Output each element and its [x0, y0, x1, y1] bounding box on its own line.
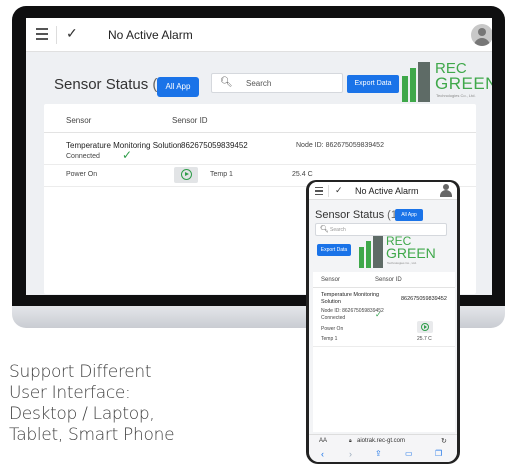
- tabs-icon[interactable]: ❐: [435, 449, 442, 458]
- rec-green-logo: REC GREEN Technologies Co., Ltd.: [402, 60, 492, 102]
- search-input[interactable]: 🔍︎ Search: [315, 223, 447, 236]
- column-header-sensor-id: Sensor ID: [172, 116, 208, 125]
- logo-text-green: GREEN: [386, 245, 436, 261]
- hamburger-menu-icon[interactable]: [315, 187, 323, 195]
- browser-address-bar[interactable]: AA 🔒︎ aiotrak.rec-gt.com ↻: [309, 434, 457, 448]
- connection-status: Connected: [66, 153, 100, 160]
- alarm-status-text: No Active Alarm: [355, 186, 419, 196]
- temperature-value: 25.4 C: [292, 171, 313, 178]
- phone-mockup: ✓ No Active Alarm Sensor Status (1) All …: [306, 180, 460, 464]
- logo-text-company: Technologies Co., Ltd.: [436, 93, 476, 98]
- text-size-button[interactable]: AA: [319, 438, 327, 444]
- export-data-button[interactable]: Export Data: [347, 75, 399, 93]
- divider: [313, 346, 455, 347]
- tagline-line: User Interface:: [9, 383, 131, 403]
- connection-status: Connected: [321, 315, 346, 321]
- connected-check-icon: ✓: [122, 148, 133, 162]
- check-icon: ✓: [335, 185, 343, 195]
- power-status: Power On: [321, 326, 344, 332]
- temperature-value: 25.7 C: [417, 336, 432, 342]
- phone-screen: ✓ No Active Alarm Sensor Status (1) All …: [309, 182, 457, 462]
- url-text[interactable]: aiotrak.rec-gt.com: [357, 438, 405, 444]
- play-icon: [421, 323, 429, 331]
- search-icon: 🔍︎: [320, 226, 329, 233]
- all-app-button[interactable]: All App: [395, 209, 423, 221]
- bookmarks-icon[interactable]: ▭: [405, 449, 413, 458]
- divider: [44, 132, 476, 133]
- search-input[interactable]: 🔍︎ Search: [211, 73, 343, 93]
- play-button[interactable]: [174, 167, 198, 183]
- sensor-id-value: 862675059839452: [401, 296, 447, 302]
- play-icon: [181, 169, 192, 180]
- divider: [56, 26, 57, 44]
- forward-icon[interactable]: ›: [349, 449, 352, 459]
- channel-label: Temp 1: [210, 171, 233, 178]
- check-icon: ✓: [66, 25, 78, 41]
- column-header-sensor: Sensor: [66, 116, 92, 125]
- reload-icon[interactable]: ↻: [441, 437, 447, 445]
- browser-toolbar: ‹ › ⇪ ▭ ❐: [309, 448, 457, 462]
- hamburger-menu-icon[interactable]: [36, 28, 48, 40]
- export-data-button[interactable]: Export Data: [317, 244, 351, 256]
- all-app-button[interactable]: All App: [157, 77, 199, 97]
- lock-icon: 🔒︎: [349, 438, 352, 444]
- connected-check-icon: ✓: [375, 310, 382, 319]
- column-header-sensor-id: Sensor ID: [375, 277, 402, 283]
- page-title: Sensor Status (1): [315, 209, 401, 221]
- node-id-value: Node ID: 862675059839452: [296, 142, 384, 149]
- logo-text-green: GREEN: [435, 74, 492, 93]
- tagline-line: Desktop / Laptop,: [9, 404, 155, 424]
- logo-bars-icon: [359, 236, 383, 268]
- divider: [44, 164, 476, 165]
- search-placeholder: Search: [330, 227, 346, 233]
- page-title: Sensor Status (1): [54, 76, 171, 93]
- channel-label: Temp 1: [321, 336, 338, 342]
- tagline-line: Tablet, Smart Phone: [9, 425, 175, 445]
- rec-green-logo: REC GREEN Technologies Co., Ltd.: [359, 234, 436, 268]
- play-button[interactable]: [417, 321, 433, 333]
- sensor-name[interactable]: Temperature Monitoring Solution: [321, 292, 397, 306]
- desktop-top-bar: ✓ No Active Alarm ▼: [26, 18, 492, 52]
- user-avatar-icon[interactable]: [471, 24, 492, 46]
- search-icon: 🔍︎: [220, 77, 233, 88]
- search-placeholder: Search: [246, 79, 272, 88]
- tagline-line: Support Different: [9, 362, 152, 382]
- logo-bars-icon: [402, 62, 430, 102]
- sensor-id-value: 862675059839452: [181, 141, 248, 150]
- share-icon[interactable]: ⇪: [375, 449, 382, 458]
- tagline: Support Different User Interface: Deskto…: [9, 362, 209, 446]
- sensor-table-card: Sensor Sensor ID Temperature Monitoring …: [313, 272, 455, 432]
- back-icon[interactable]: ‹: [321, 449, 324, 459]
- phone-top-bar: ✓ No Active Alarm: [309, 182, 457, 200]
- divider: [328, 185, 329, 197]
- page-title-text: Sensor Status: [315, 209, 385, 221]
- logo-text-company: Technologies Co., Ltd.: [387, 261, 417, 265]
- divider: [313, 287, 455, 288]
- power-status: Power On: [66, 171, 98, 178]
- column-header-sensor: Sensor: [321, 277, 341, 283]
- alarm-status-text: No Active Alarm: [108, 28, 193, 42]
- page-title-text: Sensor Status: [54, 76, 149, 93]
- user-icon[interactable]: [440, 184, 452, 197]
